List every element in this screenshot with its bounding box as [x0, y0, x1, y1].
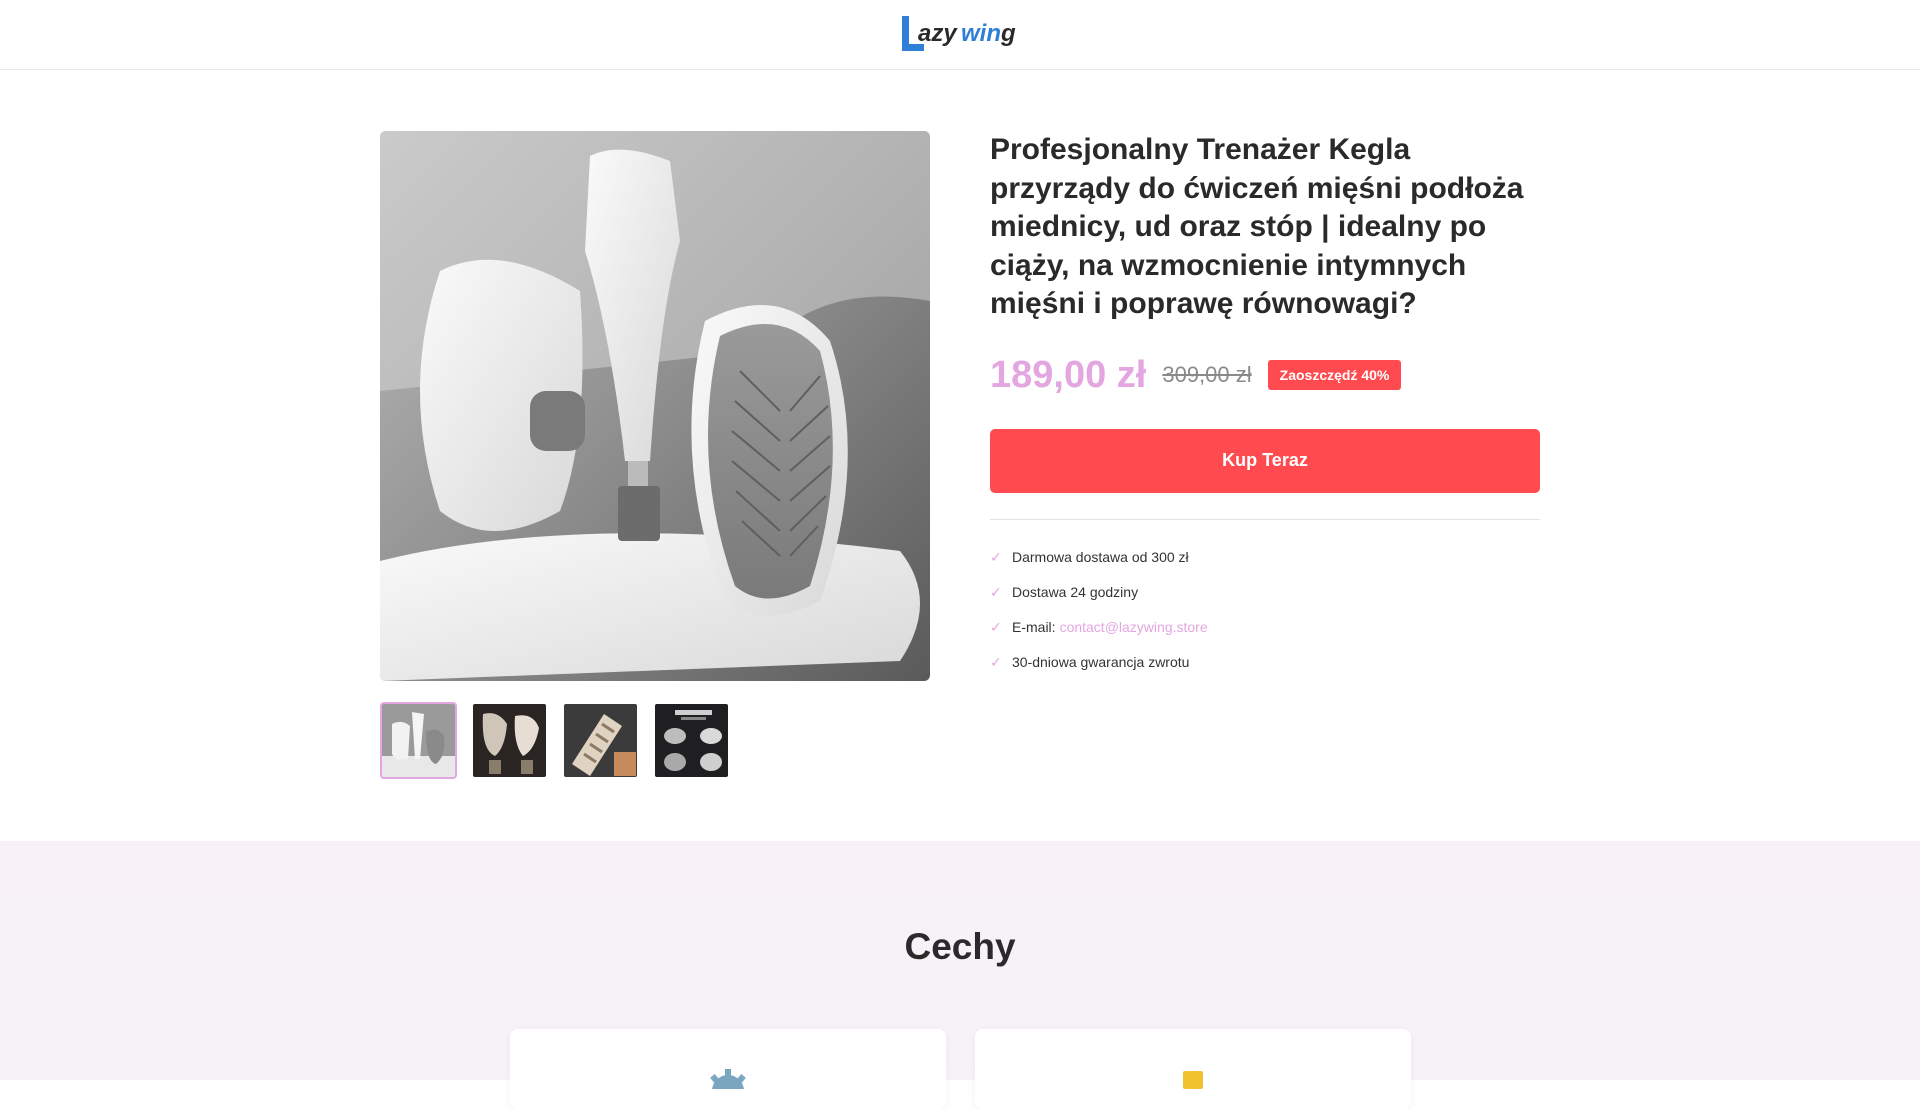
thumbnail-strip — [380, 702, 730, 779]
email-link[interactable]: contact@lazywing.store — [1060, 619, 1208, 635]
benefit-text: 30-dniowa gwarancja zwrotu — [1012, 654, 1190, 670]
gear-icon — [706, 1069, 750, 1107]
check-icon: ✓ — [990, 618, 1002, 635]
old-price: 309,00 zł — [1162, 362, 1252, 387]
feature-card-2 — [975, 1029, 1411, 1109]
svg-text:g: g — [1000, 20, 1016, 47]
features-section: Cechy — [0, 841, 1920, 1109]
thumbnail-4[interactable] — [653, 702, 730, 779]
product-main-image[interactable] — [380, 131, 930, 681]
check-icon: ✓ — [990, 653, 1002, 670]
lazywing-logo[interactable]: azy win g — [900, 14, 1024, 54]
benefit-returns: ✓ 30-dniowa gwarancja zwrotu — [990, 645, 1540, 680]
svg-text:win: win — [961, 20, 1001, 47]
thumbnail-2[interactable] — [471, 702, 548, 779]
benefit-delivery: ✓ Dostawa 24 godziny — [990, 575, 1540, 610]
current-price: 189,00 zł — [990, 353, 1147, 396]
buy-now-button[interactable]: Kup Teraz — [990, 428, 1540, 493]
benefit-text: E-mail: — [1012, 619, 1056, 635]
check-icon: ✓ — [990, 548, 1002, 565]
check-icon: ✓ — [990, 583, 1002, 600]
product-title: Profesjonalny Trenażer Kegla przyrządy d… — [990, 133, 1524, 320]
price-row: 189,00 zł 309,00 zł Zaoszczędź 40% — [990, 354, 1540, 397]
benefit-email: ✓ E-mail: contact@lazywing.store — [990, 610, 1540, 645]
thumbnail-1[interactable] — [380, 702, 457, 779]
product-info: Profesjonalny Trenażer Kegla przyrządy d… — [990, 131, 1540, 680]
product-section: Profesjonalny Trenażer Kegla przyrządy d… — [0, 71, 1920, 841]
divider — [990, 518, 1540, 520]
discount-badge: Zaoszczędź 40% — [1267, 360, 1402, 390]
features-title: Cechy — [904, 926, 1016, 967]
svg-text:azy: azy — [918, 20, 958, 47]
trophy-icon — [1171, 1069, 1215, 1094]
benefit-text: Darmowa dostawa od 300 zł — [1012, 549, 1189, 565]
thumbnail-3[interactable] — [562, 702, 639, 779]
site-header: azy win g — [0, 0, 1920, 70]
benefit-free-shipping: ✓ Darmowa dostawa od 300 zł — [990, 540, 1540, 575]
feature-card-1 — [510, 1029, 946, 1109]
benefit-text: Dostawa 24 godziny — [1012, 584, 1139, 600]
benefits-list: ✓ Darmowa dostawa od 300 zł ✓ Dostawa 24… — [990, 540, 1540, 680]
